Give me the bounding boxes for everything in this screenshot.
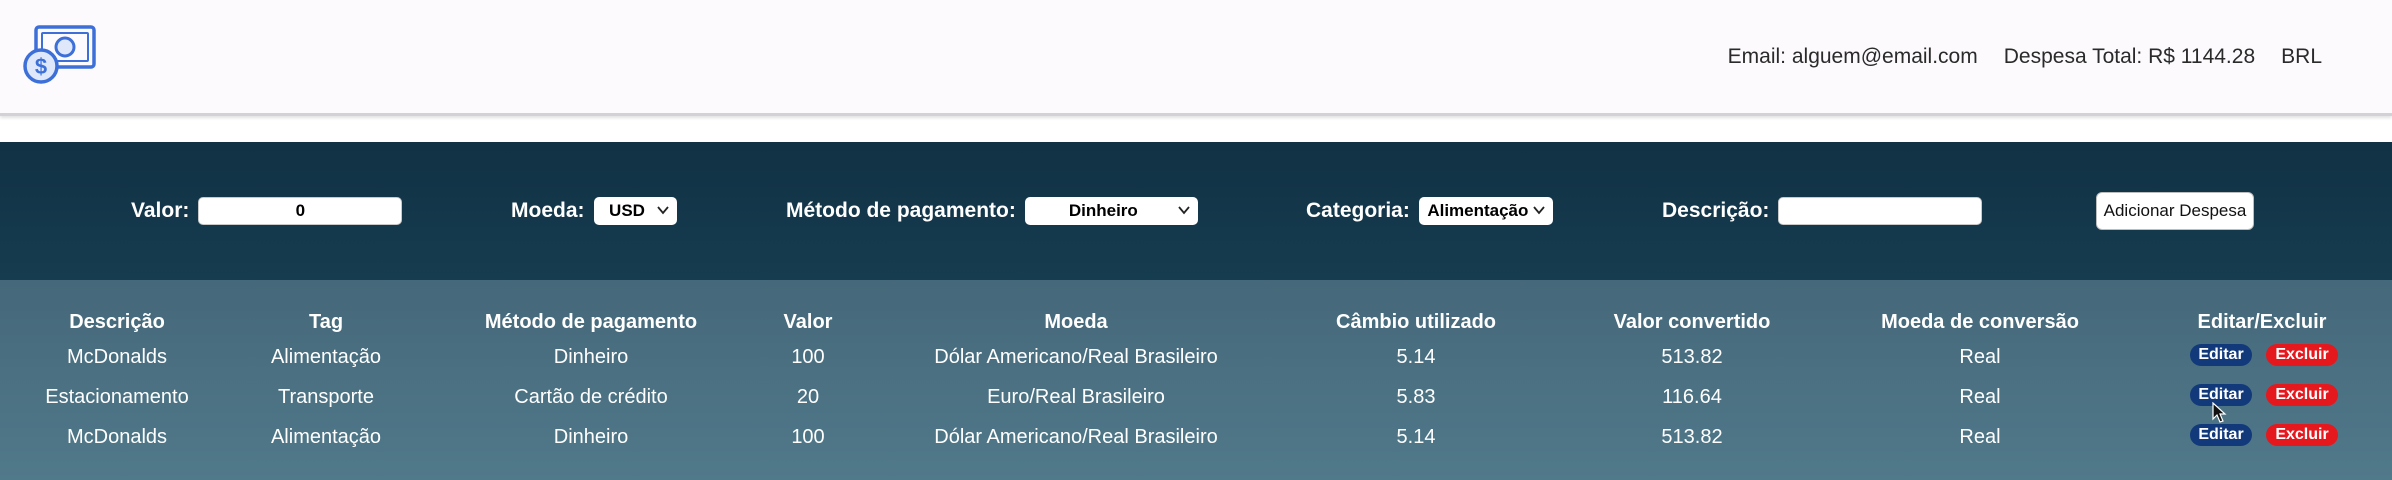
valor-label: Valor: xyxy=(131,199,190,222)
cell-valor-convertido: 116.64 xyxy=(1662,386,1722,408)
edit-button[interactable]: Editar xyxy=(2190,344,2252,366)
moeda-select[interactable]: USD xyxy=(593,197,677,225)
metodo-selected: Dinheiro xyxy=(1068,201,1138,220)
descricao-label: Descrição: xyxy=(1662,199,1770,222)
column-header-valor: Valor xyxy=(783,311,833,333)
delete-button[interactable]: Excluir xyxy=(2266,384,2338,406)
cell-metodo: Dinheiro xyxy=(553,346,629,368)
cell-moeda: Dólar Americano/Real Brasileiro xyxy=(934,346,1218,368)
column-header-valor-convertido: Valor convertido xyxy=(1613,311,1771,333)
total-expense: Despesa Total: R$ 1144.28 xyxy=(2003,45,2256,68)
column-header-moeda-conversao: Moeda de conversão xyxy=(1881,311,2079,333)
chevron-down-icon xyxy=(1533,206,1545,215)
categoria-label: Categoria: xyxy=(1306,199,1410,222)
metodo-field: Método de pagamento: Dinheiro xyxy=(786,196,1198,226)
descricao-input[interactable] xyxy=(1778,197,1983,225)
cell-valor: 20 xyxy=(796,386,820,408)
mouse-pointer-icon xyxy=(2212,402,2227,423)
column-header-editar-excluir: Editar/Excluir xyxy=(2197,311,2327,333)
cell-metodo: Cartão de crédito xyxy=(514,386,668,408)
cell-descricao: Estacionamento xyxy=(45,386,189,408)
metodo-label: Método de pagamento: xyxy=(786,199,1016,222)
cell-moeda: Dólar Americano/Real Brasileiro xyxy=(934,426,1218,448)
svg-text:$: $ xyxy=(35,54,47,79)
categoria-select[interactable]: Alimentação xyxy=(1418,197,1553,225)
cell-moeda-conversao: Real xyxy=(1959,426,2001,448)
cell-moeda-conversao: Real xyxy=(1959,346,2001,368)
money-bill-icon: $ xyxy=(23,25,96,84)
cell-cambio: 5.83 xyxy=(1396,386,1436,408)
categoria-field: Categoria: Alimentação xyxy=(1306,196,1553,226)
expense-table: Descrição Tag Método de pagamento Valor … xyxy=(0,280,2392,480)
column-header-descricao: Descrição xyxy=(69,311,165,333)
column-header-tag: Tag xyxy=(308,311,344,333)
descricao-field: Descrição: xyxy=(1662,196,1983,226)
app-header: $ Email: alguem@email.com Despesa Total:… xyxy=(0,0,2392,116)
delete-button[interactable]: Excluir xyxy=(2266,424,2338,446)
currency-code: BRL xyxy=(2281,45,2322,68)
column-header-cambio: Câmbio utilizado xyxy=(1336,311,1496,333)
expense-form: Valor: 0 Moeda: USD Método de pagamento:… xyxy=(0,142,2392,280)
chevron-down-icon xyxy=(656,206,669,215)
cell-cambio: 5.14 xyxy=(1396,426,1436,448)
cell-cambio: 5.14 xyxy=(1396,346,1436,368)
cell-descricao: McDonalds xyxy=(66,346,168,368)
header-info: Email: alguem@email.com Despesa Total: R… xyxy=(1728,45,2322,69)
cell-tag: Alimentação xyxy=(270,346,382,368)
column-header-metodo: Método de pagamento xyxy=(484,311,698,333)
categoria-selected: Alimentação xyxy=(1427,201,1529,220)
column-header-moeda: Moeda xyxy=(1044,311,1108,333)
chevron-down-icon xyxy=(1178,206,1190,215)
cell-moeda: Euro/Real Brasileiro xyxy=(987,386,1165,408)
user-email: Email: alguem@email.com xyxy=(1727,45,1978,68)
cell-valor: 100 xyxy=(791,426,825,448)
moeda-selected: USD xyxy=(609,201,645,220)
delete-button[interactable]: Excluir xyxy=(2266,344,2338,366)
cell-descricao: McDonalds xyxy=(66,426,168,448)
valor-input[interactable]: 0 xyxy=(198,197,403,225)
edit-button[interactable]: Editar xyxy=(2190,424,2252,446)
cell-valor: 100 xyxy=(791,346,825,368)
cell-tag: Transporte xyxy=(278,386,374,408)
valor-field: Valor: 0 xyxy=(131,196,403,226)
moeda-field: Moeda: USD xyxy=(511,196,677,226)
add-expense-button[interactable]: Adicionar Despesa xyxy=(2096,192,2254,230)
metodo-select[interactable]: Dinheiro xyxy=(1024,197,1198,225)
cell-metodo: Dinheiro xyxy=(553,426,629,448)
moeda-label: Moeda: xyxy=(511,199,585,222)
cell-valor-convertido: 513.82 xyxy=(1661,346,1723,368)
cell-moeda-conversao: Real xyxy=(1959,386,2001,408)
cell-tag: Alimentação xyxy=(270,426,382,448)
cell-valor-convertido: 513.82 xyxy=(1661,426,1723,448)
